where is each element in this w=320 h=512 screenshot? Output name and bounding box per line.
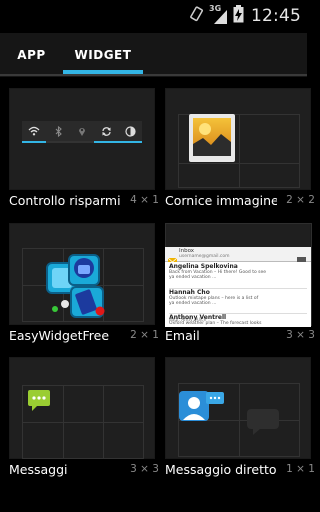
screen-rotation-icon — [189, 6, 205, 26]
email-preview-header: Inbox username@gmail.com — [165, 247, 311, 265]
email-snippet: ya ended vacation ... — [169, 301, 217, 306]
tab-app[interactable]: APP — [0, 33, 63, 77]
widget-name: Cornice immagine — [165, 193, 277, 208]
photo-frame-thumbnail — [189, 114, 235, 162]
widget-size: 1 × 1 — [286, 463, 315, 475]
email-widget-preview: Inbox username@gmail.com Angelina Spelko… — [165, 247, 311, 327]
battery-charging-icon — [233, 5, 244, 27]
email-row: Angelina Spelkovina Back from Vacation –… — [169, 263, 307, 280]
widget-item-email[interactable]: Inbox username@gmail.com Angelina Spelko… — [165, 223, 315, 347]
widget-name: Messaggio diretto — [165, 462, 277, 477]
widget-size: 4 × 1 — [130, 194, 159, 206]
widget-name: Email — [165, 328, 200, 343]
widget-name: Messaggi — [9, 462, 68, 477]
email-account: username@gmail.com — [179, 254, 230, 259]
status-icons: 3G 12:45 — [189, 4, 301, 27]
widget-preview — [9, 88, 155, 190]
message-bubble-watermark-icon — [245, 407, 281, 441]
email-footer: Paul, Andy, Alice — [169, 318, 207, 323]
sync-icon — [96, 124, 116, 138]
email-from: Hannah Cho — [169, 289, 210, 296]
email-row: Hannah Cho Outlook mixtape plans – here … — [169, 288, 307, 306]
tab-bar-divider — [0, 74, 307, 76]
widget-preview — [165, 357, 311, 459]
direct-message-icon — [178, 390, 226, 430]
power-control-bar — [22, 121, 142, 141]
widget-size: 2 × 1 — [130, 329, 159, 341]
widget-size: 3 × 3 — [286, 329, 315, 341]
brightness-on-indicator — [118, 141, 142, 143]
widget-item-direct-message[interactable]: Messaggio diretto 1 × 1 — [165, 357, 315, 481]
brightness-icon — [120, 124, 140, 138]
wifi-on-indicator — [22, 141, 46, 143]
widget-preview: Inbox username@gmail.com Angelina Spelko… — [165, 223, 312, 327]
clock: 12:45 — [251, 6, 301, 26]
widget-preview — [9, 223, 155, 325]
widget-preview — [9, 357, 155, 459]
sync-on-indicator — [94, 141, 118, 143]
widget-item-easywidget[interactable]: EasyWidgetFree 2 × 1 — [9, 223, 159, 347]
widget-size: 2 × 2 — [286, 194, 315, 206]
email-from: Angelina Spelkovina — [169, 263, 238, 270]
wifi-icon — [24, 124, 44, 138]
tab-bar: APP WIDGET — [0, 33, 307, 77]
bluetooth-icon — [49, 124, 69, 138]
status-bar: 3G 12:45 — [0, 0, 307, 33]
email-snippet: ya ended vacation ... — [169, 275, 217, 280]
widget-name: EasyWidgetFree — [9, 328, 110, 343]
widget-item-photo-frame[interactable]: Cornice immagine 2 × 2 — [165, 88, 315, 212]
widget-name: Controllo risparmi — [9, 193, 121, 208]
widget-item-messages[interactable]: Messaggi 3 × 3 — [9, 357, 159, 481]
widget-item-power-control[interactable]: Controllo risparmi 4 × 1 — [9, 88, 159, 212]
widget-preview — [165, 88, 311, 190]
easywidget-icon — [45, 249, 109, 325]
widget-size: 3 × 3 — [130, 463, 159, 475]
gps-icon — [72, 124, 92, 138]
messages-icon — [27, 389, 51, 417]
signal-3g-icon: 3G — [209, 4, 228, 25]
